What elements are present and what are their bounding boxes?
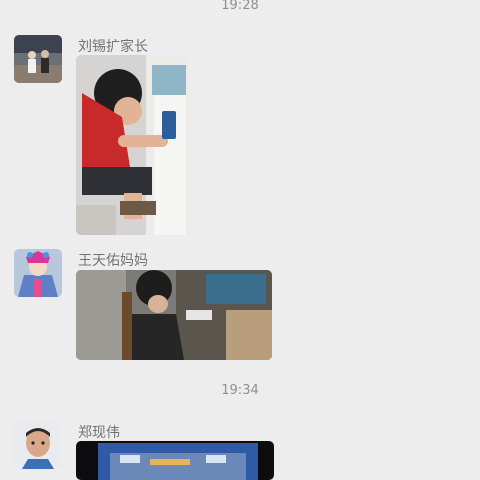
sender-name: 王天佑妈妈 [78,253,148,269]
photo-child-at-desk [76,270,272,360]
photo-screen-display [76,441,274,480]
image-message[interactable] [76,270,272,360]
timestamp: 19:28 [221,0,259,13]
sender-avatar[interactable] [14,249,62,297]
opera-mask-avatar-icon [14,249,62,297]
image-message[interactable] [76,441,274,480]
timestamp: 19:34 [221,383,259,398]
sender-avatar[interactable] [14,35,62,83]
sender-avatar[interactable] [14,421,62,469]
sender-name: 郑现伟 [78,425,120,441]
group-photo-avatar-icon [14,35,62,83]
image-message[interactable] [76,55,188,235]
child-portrait-avatar-icon [14,421,62,469]
sender-name: 刘锡扩家长 [78,39,148,55]
photo-boy-with-phone [76,55,188,235]
